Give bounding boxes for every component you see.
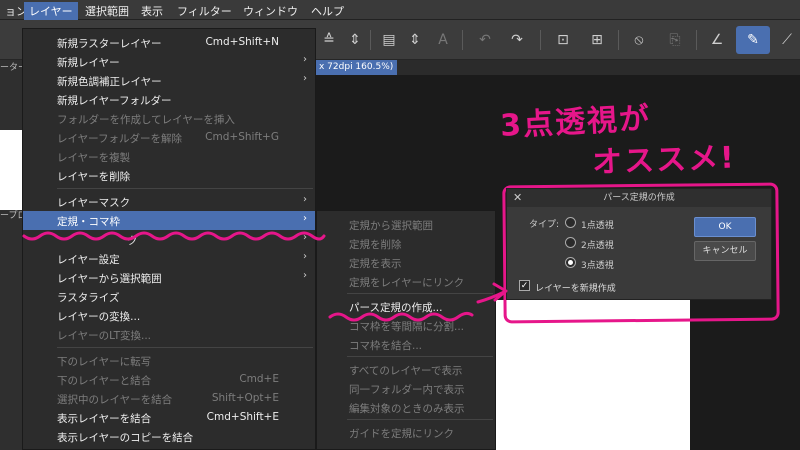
stepper-icon[interactable]: ⇕ <box>344 29 366 51</box>
menu-item-new-raster-layer[interactable]: 新規ラスターレイヤー Cmd+Shift+N <box>23 33 315 52</box>
menu-item-create-folder-insert[interactable]: フォルダーを作成してレイヤーを挿入 <box>23 109 315 128</box>
new-layer-icon[interactable]: ▤ <box>378 29 400 51</box>
text-layer-icon[interactable]: A <box>432 29 454 51</box>
annotation-line2: オススメ! <box>591 140 737 181</box>
menu-help[interactable]: ヘルプ <box>306 2 349 20</box>
radio-icon <box>565 217 576 228</box>
submenu-item-delete-ruler[interactable]: 定規を削除 <box>317 234 495 253</box>
chevron-right-icon: › <box>303 251 307 262</box>
create-new-layer-checkbox[interactable]: ✓ レイヤーを新規作成 <box>519 280 719 294</box>
submenu-item-selection-from-ruler[interactable]: 定規から選択範囲 <box>317 215 495 234</box>
submenu-item-show-when-editing[interactable]: 編集対象のときのみ表示 <box>317 398 495 417</box>
toolbar-divider <box>462 30 463 50</box>
pen-icon[interactable]: ⟋ <box>776 29 798 51</box>
submenu-divider <box>347 356 493 357</box>
toolbar-divider <box>540 30 541 50</box>
menu-filter[interactable]: フィルター <box>172 2 237 20</box>
submenu-item-show-same-folder[interactable]: 同一フォルダー内で表示 <box>317 379 495 398</box>
menu-item-release-folder[interactable]: レイヤーフォルダーを解除 Cmd+Shift+G <box>23 128 315 147</box>
submenu-item-create-perspective-ruler[interactable]: パース定規の作成... <box>317 297 495 316</box>
menu-item-new-correction-layer[interactable]: 新規色調補正レイヤー › <box>23 71 315 90</box>
submenu-item-link-guide[interactable]: ガイドを定規にリンク <box>317 423 495 442</box>
submenu-item-divide-frame[interactable]: コマ枠を等間隔に分割... <box>317 316 495 335</box>
handwritten-annotation: 3点透視が オススメ! <box>470 95 780 180</box>
menu-divider <box>57 347 313 348</box>
layer-menu: 新規ラスターレイヤー Cmd+Shift+N 新規レイヤー › 新規色調補正レイヤー… <box>22 28 316 450</box>
undo-icon[interactable]: ↶ <box>474 29 496 51</box>
submenu-item-show-all-layers[interactable]: すべてのレイヤーで表示 <box>317 360 495 379</box>
stepper-icon[interactable]: ⇕ <box>404 29 426 51</box>
dialog-title: パース定規の作成 <box>507 189 771 207</box>
radio-icon <box>565 237 576 248</box>
submenu-item-link-ruler[interactable]: 定規をレイヤーにリンク <box>317 272 495 291</box>
paste-icon[interactable]: ⎘ <box>664 29 686 51</box>
toolbar-divider <box>370 30 371 50</box>
ruler-submenu: 定規から選択範囲 定規を削除 定規を表示 定規をレイヤーにリンク パース定規の作… <box>316 210 496 450</box>
menu-item-merge-below[interactable]: 下のレイヤーと結合 Cmd+E <box>23 370 315 389</box>
redo-icon[interactable]: ↷ <box>506 29 528 51</box>
menu-divider <box>57 188 313 189</box>
radio-one-point[interactable]: 1点透視 <box>565 215 675 233</box>
left-panel: ーター ープロ <box>0 60 27 450</box>
radio-three-point[interactable]: 3点透視 <box>565 255 675 273</box>
menu-item-duplicate-layer[interactable]: レイヤーを複製 <box>23 147 315 166</box>
menu-window[interactable]: ウィンドウ <box>238 2 303 20</box>
menu-item-layer-mask[interactable]: レイヤーマスク › <box>23 192 315 211</box>
radio-selected-icon <box>565 257 576 268</box>
submenu-item-merge-frame[interactable]: コマ枠を結合... <box>317 335 495 354</box>
menu-item-merge-selected[interactable]: 選択中のレイヤーを結合 Shift+Opt+E <box>23 389 315 408</box>
toolbar-divider <box>696 30 697 50</box>
chevron-right-icon: › <box>303 232 307 243</box>
menu-item-new-layer[interactable]: 新規レイヤー › <box>23 52 315 71</box>
submenu-item-show-ruler[interactable]: 定規を表示 <box>317 253 495 272</box>
transform-icon[interactable]: ⊞ <box>586 29 608 51</box>
menu-item-lt-convert[interactable]: レイヤーのLT変換... <box>23 325 315 344</box>
menu-item-delete-layer[interactable]: レイヤーを削除 <box>23 166 315 185</box>
menu-layer[interactable]: レイヤー <box>24 2 78 20</box>
menu-item-layer-settings[interactable]: レイヤー設定 › <box>23 249 315 268</box>
select-all-icon[interactable]: ⊡ <box>552 29 574 51</box>
perspective-ruler-dialog: パース定規の作成 ✕ タイプ: 1点透視 2点透視 3点透視 ✓ レイヤーを新規作… <box>506 188 772 300</box>
menu-item-convert-layer[interactable]: レイヤーの変換... <box>23 306 315 325</box>
menu-item-merge-visible[interactable]: 表示レイヤーを結合 Cmd+Shift+E <box>23 408 315 427</box>
chevron-right-icon: › <box>303 270 307 281</box>
menubar: ョン レイヤー 選択範囲 表示 フィルター ウィンドウ ヘルプ <box>0 0 800 20</box>
submenu-divider <box>347 419 493 420</box>
close-icon[interactable]: ✕ <box>513 191 522 204</box>
menu-item-new-layer-folder[interactable]: 新規レイヤーフォルダー <box>23 90 315 109</box>
eraser-icon[interactable]: ⦸ <box>628 29 650 51</box>
menu-item-rasterize[interactable]: ラスタライズ <box>23 287 315 306</box>
chevron-right-icon: › <box>303 194 307 205</box>
menu-item-partial[interactable]: ク › <box>23 230 315 249</box>
canvas-tab[interactable]: x 72dpi 160.5%) <box>315 60 398 75</box>
chevron-right-icon: › <box>303 73 307 84</box>
cancel-button[interactable]: キャンセル <box>694 241 756 261</box>
menu-item-transfer-below[interactable]: 下のレイヤーに転写 <box>23 351 315 370</box>
toolbar-divider <box>618 30 619 50</box>
menu-item-selection-from-layer[interactable]: レイヤーから選択範囲 › <box>23 268 315 287</box>
menu-item-ruler-frame[interactable]: 定規・コマ枠 › <box>23 211 315 230</box>
submenu-divider <box>347 293 493 294</box>
menu-selection[interactable]: 選択範囲 <box>80 2 134 20</box>
menu-view[interactable]: 表示 <box>136 2 168 20</box>
layer-property-icon[interactable]: ≙ <box>318 29 340 51</box>
chevron-right-icon: › <box>303 54 307 65</box>
menu-item-merge-visible-copy[interactable]: 表示レイヤーのコピーを結合 <box>23 427 315 446</box>
radio-two-point[interactable]: 2点透視 <box>565 235 675 253</box>
brush-icon[interactable]: ✎ <box>736 26 770 54</box>
type-label: タイプ: <box>529 220 560 230</box>
ok-button[interactable]: OK <box>694 217 756 237</box>
chevron-right-icon: › <box>303 213 307 224</box>
checkmark-icon: ✓ <box>519 280 530 291</box>
color-preview <box>0 130 22 210</box>
ruler-icon[interactable]: ∠ <box>706 29 728 51</box>
